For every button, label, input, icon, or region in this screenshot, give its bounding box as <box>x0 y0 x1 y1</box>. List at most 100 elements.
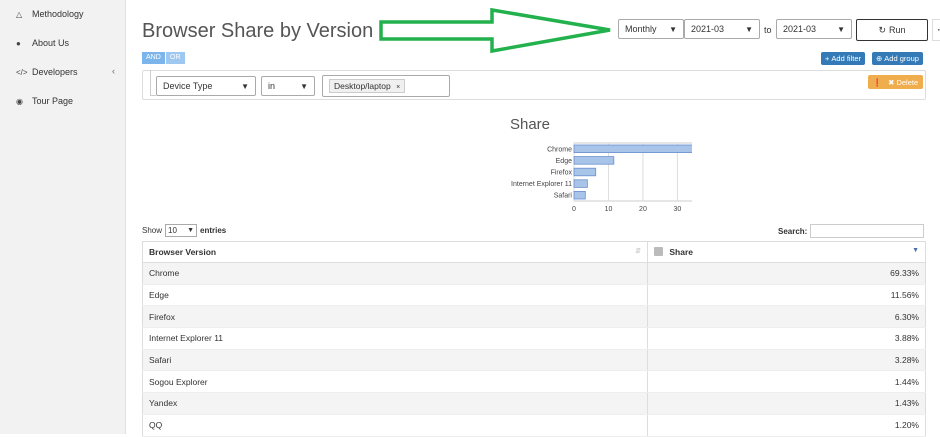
add-filter-button[interactable]: +Add filter <box>821 52 865 65</box>
sidebar-item-label: Tour Page <box>32 96 73 106</box>
chart-title: Share <box>510 116 550 133</box>
entries-select[interactable]: 10▼ <box>165 224 197 237</box>
cell-browser-version: Sogou Explorer <box>143 371 648 393</box>
add-group-button[interactable]: ⊕Add group <box>872 52 923 65</box>
period-select-value: Monthly <box>625 24 657 34</box>
data-table: Browser Version ⇵ Share ▼ Chrome69.33%Ed… <box>142 241 926 437</box>
table-row[interactable]: Internet Explorer 113.88% <box>143 328 926 350</box>
chart-bar[interactable] <box>574 191 585 199</box>
remove-tag-icon[interactable]: × <box>396 84 400 91</box>
plus-icon: + <box>825 54 829 63</box>
cell-share: 3.88% <box>648 328 926 350</box>
chevron-down-icon: ▼ <box>745 25 753 34</box>
sidebar-item-methodology[interactable]: △ Methodology <box>16 9 84 19</box>
cell-share: 11.56% <box>648 284 926 306</box>
cell-browser-version: Safari <box>143 349 648 371</box>
date-from-select[interactable]: 2021-03 ▼ <box>684 19 760 39</box>
add-group-label: Add group <box>884 54 919 63</box>
sidebar-item-label: Methodology <box>32 9 84 19</box>
play-circle-icon: ◉ <box>16 97 28 106</box>
cell-share: 1.43% <box>648 393 926 415</box>
or-toggle[interactable]: OR <box>166 52 185 64</box>
table-search: Search: <box>778 224 924 238</box>
chart-bar[interactable] <box>574 180 587 188</box>
chevron-down-icon: ▼ <box>300 82 308 91</box>
chevron-left-icon[interactable]: ‹ <box>112 66 115 76</box>
table-body: Chrome69.33%Edge11.56%Firefox6.30%Intern… <box>143 263 926 437</box>
chart-category-label: Firefox <box>551 170 573 177</box>
period-select[interactable]: Monthly ▼ <box>618 19 684 39</box>
sidebar-item-about-us[interactable]: ● About Us <box>16 38 69 48</box>
share-bar-chart: Share ChromeEdgeFirefoxInternet Explorer… <box>362 112 692 216</box>
table-row[interactable]: QQ1.20% <box>143 414 926 436</box>
warning-icon: ❗ <box>873 78 882 87</box>
cell-share: 6.30% <box>648 306 926 328</box>
chevron-down-icon: ▼ <box>669 25 677 34</box>
page-title: Browser Share by Version <box>142 20 373 43</box>
chart-x-tick-labels: 0102030405060 <box>572 206 692 213</box>
chart-x-tick-label: 10 <box>605 206 613 213</box>
flask-icon: △ <box>16 10 28 19</box>
run-button-label: Run <box>889 25 906 35</box>
search-input[interactable] <box>810 224 924 238</box>
chart-x-tick-label: 0 <box>572 206 576 213</box>
table-row[interactable]: Edge11.56% <box>143 284 926 306</box>
delete-filter-button[interactable]: ❗ ✖ Delete <box>868 75 923 89</box>
cell-share: 1.20% <box>648 414 926 436</box>
filter-field-select[interactable]: Device Type▼ <box>156 76 256 96</box>
more-options-button[interactable]: ··· <box>932 19 940 41</box>
search-label: Search: <box>778 227 807 236</box>
column-header-share[interactable]: Share ▼ <box>648 242 926 263</box>
filter-connector-line <box>150 95 156 96</box>
and-toggle[interactable]: AND <box>142 52 165 64</box>
table-header-row: Browser Version ⇵ Share ▼ <box>143 242 926 263</box>
cell-share: 3.28% <box>648 349 926 371</box>
filter-value-tag: Desktop/laptop × <box>329 79 405 93</box>
chart-category-label: Safari <box>554 193 573 200</box>
cell-browser-version: Chrome <box>143 263 648 285</box>
chart-category-label: Internet Explorer 11 <box>511 181 572 188</box>
chart-bar[interactable] <box>574 157 614 165</box>
info-icon: ● <box>16 39 28 48</box>
sidebar: △ Methodology ● About Us </> Developers … <box>0 0 126 434</box>
chart-category-labels: ChromeEdgeFirefoxInternet Explorer 11Saf… <box>511 146 572 199</box>
table-row[interactable]: Safari3.28% <box>143 349 926 371</box>
chart-bar[interactable] <box>574 168 596 176</box>
table-row[interactable]: Sogou Explorer1.44% <box>143 371 926 393</box>
filter-value-input[interactable]: Desktop/laptop × <box>322 75 450 97</box>
cell-browser-version: Yandex <box>143 393 648 415</box>
table-row[interactable]: Yandex1.43% <box>143 393 926 415</box>
arrow-annotation <box>378 7 618 57</box>
filter-field-value: Device Type <box>163 81 212 91</box>
sidebar-item-tour-page[interactable]: ◉ Tour Page <box>16 96 73 106</box>
sidebar-item-label: About Us <box>32 38 69 48</box>
date-to-select[interactable]: 2021-03 ▼ <box>776 19 852 39</box>
sidebar-item-label: Developers <box>32 67 78 77</box>
chart-x-tick-label: 20 <box>639 206 647 213</box>
filter-value-tag-label: Desktop/laptop <box>334 81 391 91</box>
chart-bar[interactable] <box>574 145 692 153</box>
column-header-browser-version[interactable]: Browser Version ⇵ <box>143 242 648 263</box>
filter-operator-value: in <box>268 81 275 91</box>
column-header-label: Share <box>669 247 693 257</box>
date-to-value: 2021-03 <box>783 24 816 34</box>
run-button[interactable]: ↻ Run <box>856 19 928 41</box>
chart-category-label: Chrome <box>547 146 572 153</box>
sort-icon: ⇵ <box>635 247 641 255</box>
show-label: Show <box>142 226 162 235</box>
plus-circle-icon: ⊕ <box>876 54 882 63</box>
checkbox-icon[interactable] <box>654 247 663 256</box>
table-row[interactable]: Chrome69.33% <box>143 263 926 285</box>
date-from-value: 2021-03 <box>691 24 724 34</box>
sidebar-item-developers[interactable]: </> Developers <box>16 67 78 77</box>
chart-x-tick-label: 30 <box>674 206 682 213</box>
cell-browser-version: Internet Explorer 11 <box>143 328 648 350</box>
code-icon: </> <box>16 68 28 77</box>
chevron-down-icon: ▼ <box>837 25 845 34</box>
table-row[interactable]: Firefox6.30% <box>143 306 926 328</box>
entries-label: entries <box>200 226 226 235</box>
close-icon: ✖ <box>888 78 894 87</box>
filter-operator-select[interactable]: in ▼ <box>261 76 315 96</box>
cell-browser-version: Edge <box>143 284 648 306</box>
sort-desc-icon: ▼ <box>912 247 919 254</box>
